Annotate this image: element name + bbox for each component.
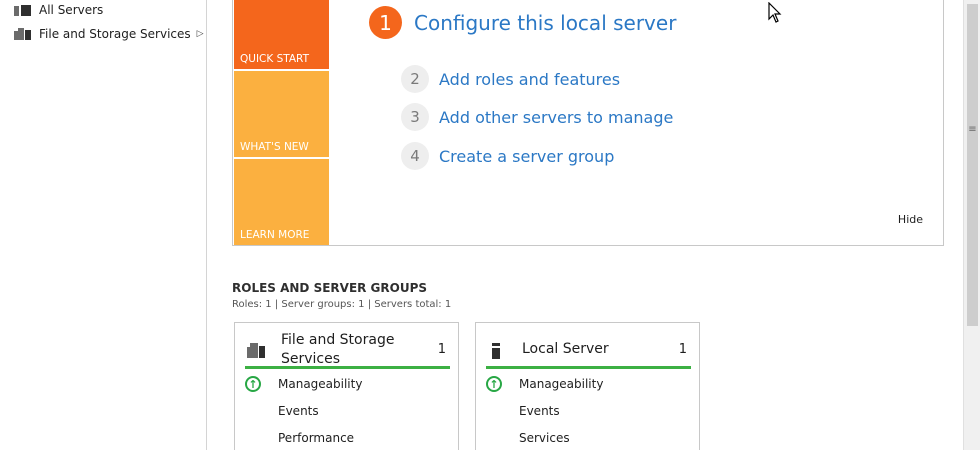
tile-label: QUICK START <box>240 53 309 65</box>
step-link[interactable]: Add other servers to manage <box>439 108 673 127</box>
chevron-right-icon[interactable]: ▷ <box>197 29 204 39</box>
hide-link[interactable]: Hide <box>898 213 923 226</box>
step-link[interactable]: Add roles and features <box>439 70 620 89</box>
file-storage-icon <box>14 27 32 41</box>
status-up-icon: ↑ <box>245 376 261 392</box>
card-header[interactable]: File and Storage Services 1 <box>245 329 450 369</box>
role-card-file-storage[interactable]: File and Storage Services 1 ↑ Manageabil… <box>234 322 459 450</box>
tile-label: LEARN MORE <box>240 229 310 241</box>
scroll-thumb[interactable] <box>967 4 978 326</box>
card-title: File and Storage Services <box>281 331 394 369</box>
card-row-events[interactable]: Events <box>519 404 560 418</box>
all-servers-icon <box>14 3 32 17</box>
server-icon <box>488 343 506 359</box>
card-title-line: File and Storage <box>281 332 395 348</box>
card-row-manageability[interactable]: Manageability <box>519 377 603 391</box>
card-row-manageability[interactable]: Manageability <box>278 377 362 391</box>
mouse-cursor-icon <box>768 2 782 23</box>
welcome-panel: QUICK START WHAT'S NEW LEARN MORE 1 Conf… <box>232 0 944 246</box>
step-number: 1 <box>369 6 402 39</box>
vertical-scrollbar[interactable]: ≡ <box>963 0 980 450</box>
tile-whats-new[interactable]: WHAT'S NEW <box>234 71 329 157</box>
step-number: 3 <box>401 103 429 131</box>
sidebar-item-label: All Servers <box>39 3 104 17</box>
step-configure-local-server[interactable]: 1 Configure this local server <box>369 6 676 39</box>
role-card-local-server[interactable]: Local Server 1 ↑ Manageability Events Se… <box>475 322 700 450</box>
section-title: ROLES AND SERVER GROUPS <box>232 281 428 295</box>
sidebar-item-label: File and Storage Services <box>39 27 191 41</box>
sidebar-item-file-storage[interactable]: File and Storage Services ▷ <box>14 25 204 43</box>
grip-icon: ≡ <box>968 124 977 135</box>
status-up-icon: ↑ <box>486 376 502 392</box>
card-row-services[interactable]: Services <box>519 431 570 445</box>
tile-label: WHAT'S NEW <box>240 141 309 153</box>
step-number: 2 <box>401 65 429 93</box>
card-row-performance[interactable]: Performance <box>278 431 354 445</box>
sidebar: All Servers File and Storage Services ▷ <box>0 0 207 450</box>
card-title-line: Services <box>281 351 341 367</box>
file-storage-icon <box>247 343 265 359</box>
card-header[interactable]: Local Server 1 <box>486 329 691 369</box>
step-add-servers[interactable]: 3 Add other servers to manage <box>401 103 673 131</box>
card-title: Local Server <box>522 341 609 357</box>
card-count: 1 <box>678 342 687 357</box>
step-link[interactable]: Configure this local server <box>414 11 676 35</box>
step-add-roles[interactable]: 2 Add roles and features <box>401 65 620 93</box>
card-row-events[interactable]: Events <box>278 404 319 418</box>
tile-learn-more[interactable]: LEARN MORE <box>234 159 329 245</box>
tile-quick-start[interactable]: QUICK START <box>234 0 329 69</box>
roles-summary: Roles: 1 | Server groups: 1 | Servers to… <box>232 299 452 310</box>
card-count: 1 <box>437 342 446 357</box>
step-create-group[interactable]: 4 Create a server group <box>401 142 614 170</box>
step-number: 4 <box>401 142 429 170</box>
step-link[interactable]: Create a server group <box>439 147 614 166</box>
sidebar-item-all-servers[interactable]: All Servers <box>14 1 103 19</box>
